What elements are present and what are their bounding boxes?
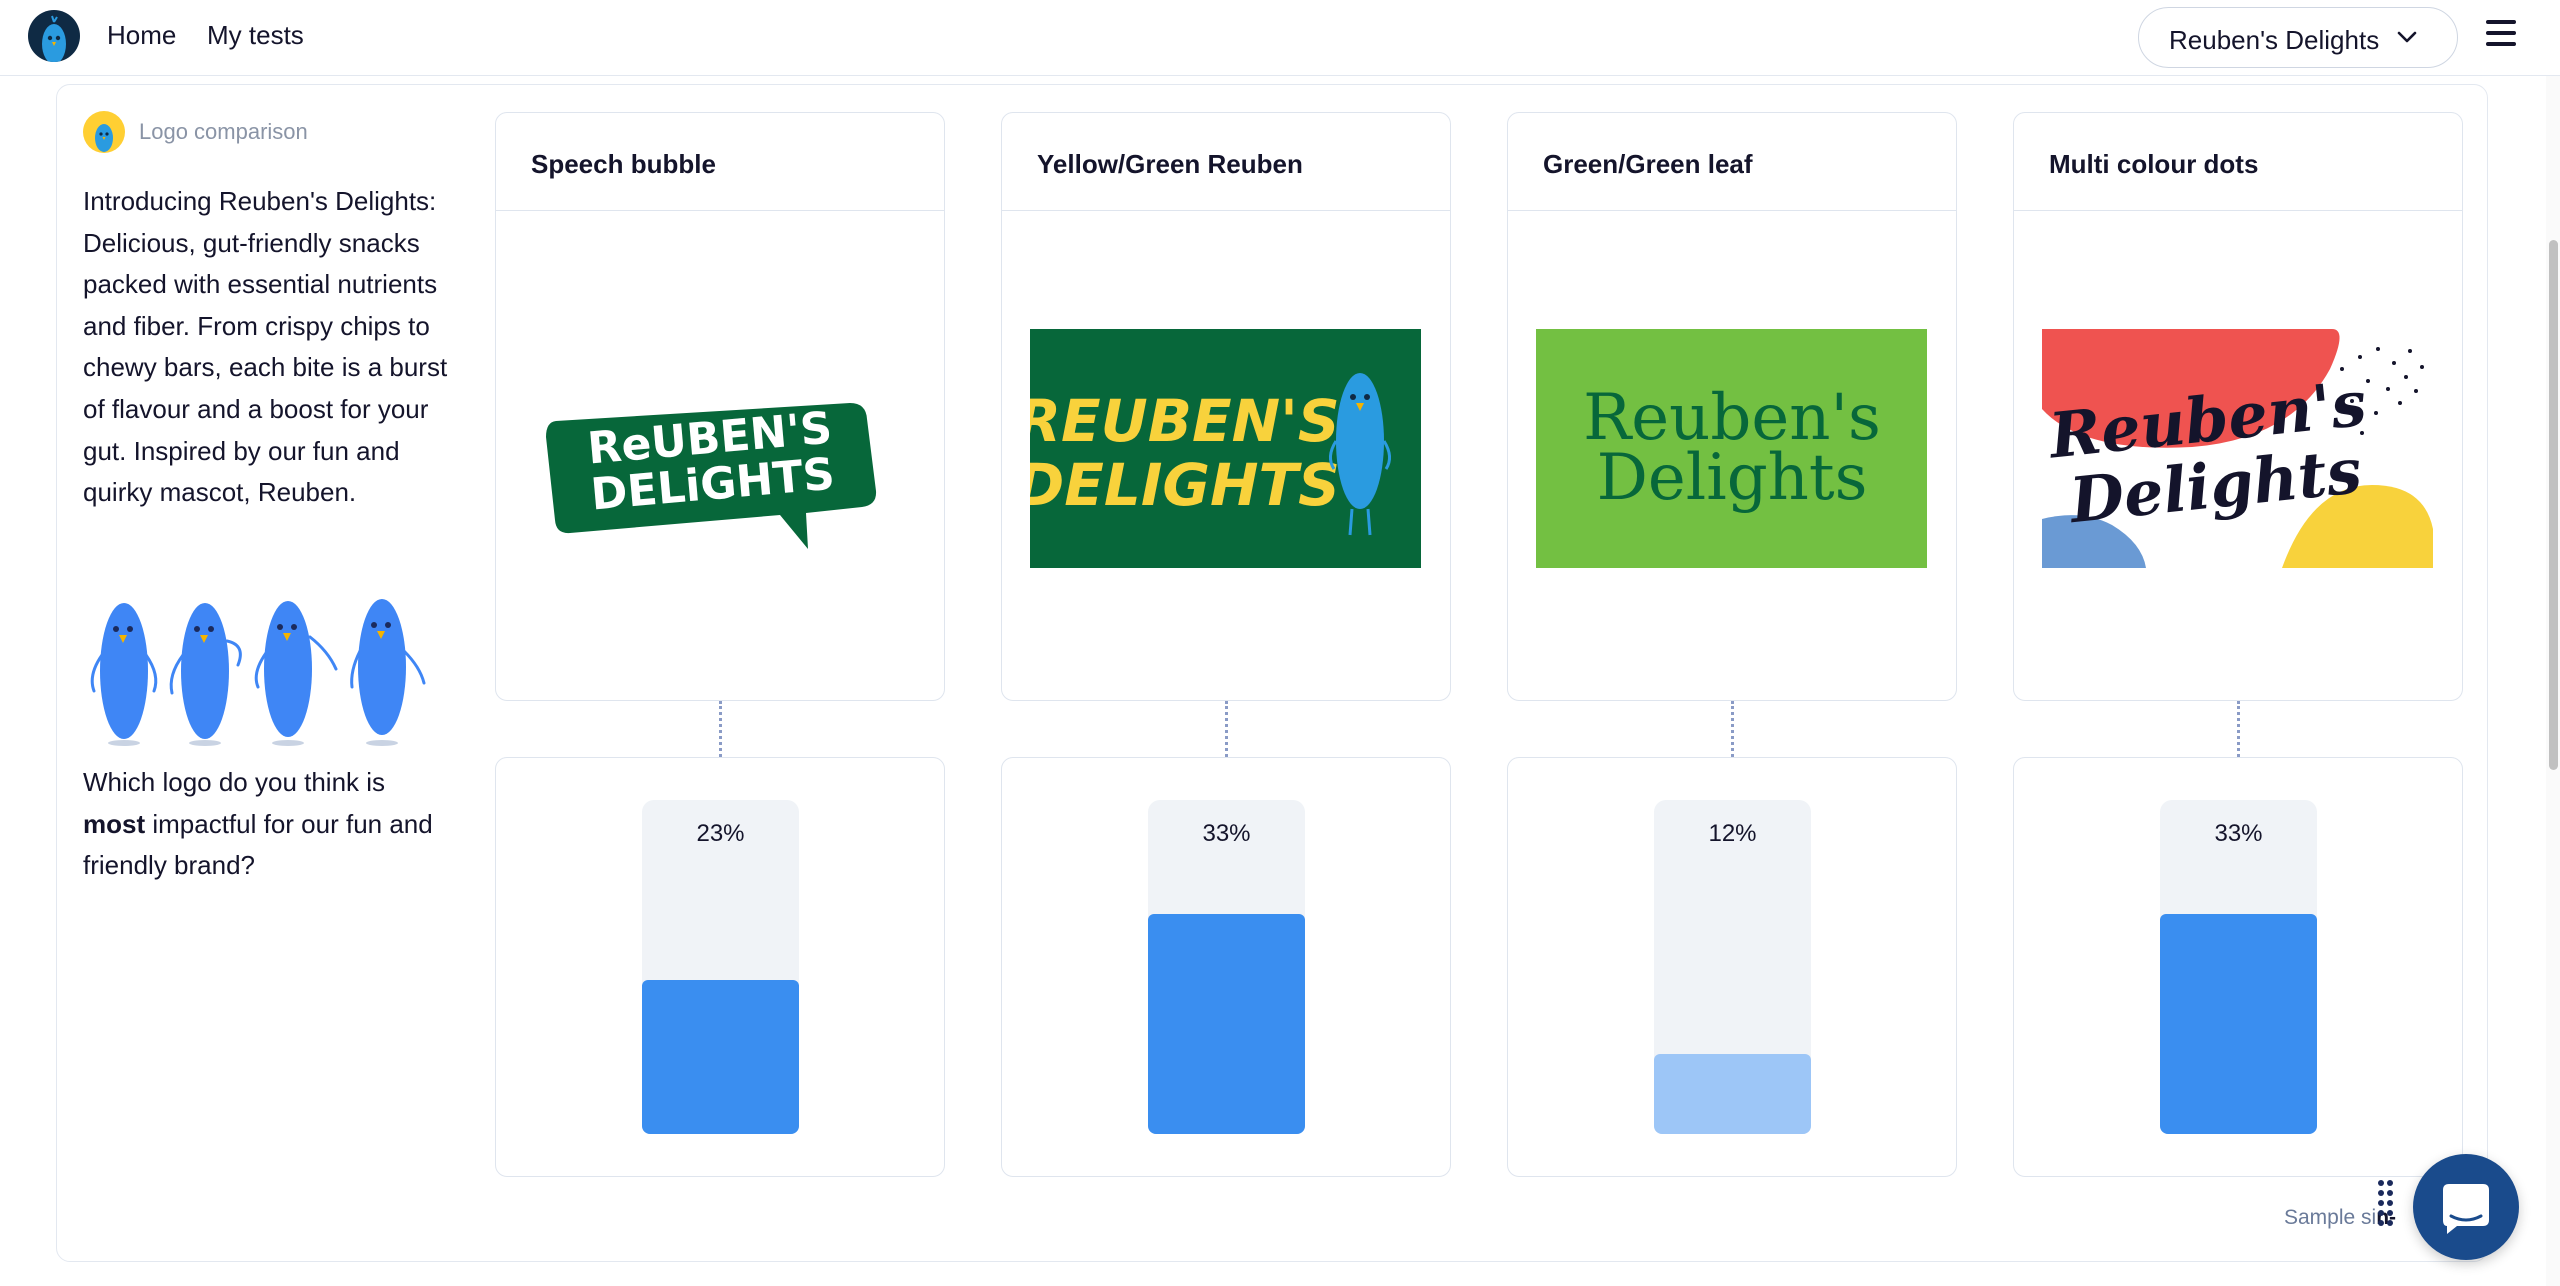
scrollbar-thumb[interactable]	[2549, 240, 2558, 770]
question-type-label: Logo comparison	[139, 119, 308, 144]
result-percent-label: 23%	[696, 820, 745, 847]
nav-home-link[interactable]: Home	[107, 20, 176, 51]
result-bar-track: 12%	[1654, 800, 1811, 1134]
bird-mascot-icon	[83, 111, 125, 153]
question-intro-text: Introducing Reuben's Delights: Delicious…	[83, 186, 448, 508]
logo-text-line-1: REUBEN'S	[1030, 387, 1340, 455]
nav-my-tests-link[interactable]: My tests	[207, 20, 304, 51]
result-bar-fill	[1148, 913, 1305, 1134]
result-card-speech-bubble: 23%	[495, 757, 945, 1177]
result-percent-label: 33%	[1202, 820, 1251, 847]
sample-size-prefix: Sample si	[2284, 1206, 2377, 1229]
hamburger-menu-icon[interactable]	[2484, 20, 2518, 54]
option-connector	[1225, 701, 1228, 757]
divider	[1002, 210, 1450, 211]
option-connector	[1731, 701, 1734, 757]
mascot-illustration	[88, 575, 432, 747]
result-bar-fill	[2160, 913, 2317, 1134]
option-title: Yellow/Green Reuben	[1037, 149, 1303, 179]
project-select-value: Reuben's Delights	[2169, 25, 2380, 55]
logo-speech-bubble: ReUBEN'S DELiGHTS	[524, 329, 915, 568]
logo-text-line-2: Delights	[1597, 441, 1868, 515]
logo-green-green-leaf: Reuben's Delights	[1536, 329, 1927, 568]
logo-yellow-green-reuben: REUBEN'S DELIGHTS	[1016, 329, 1421, 568]
option-card-green-green-leaf[interactable]: Green/Green leaf Reuben's Delights	[1507, 112, 1957, 701]
question-prompt: Which logo do you think is most impactfu…	[83, 762, 453, 887]
result-card-yellow-green-reuben: 33%	[1001, 757, 1451, 1177]
option-card-yellow-green-reuben[interactable]: Yellow/Green Reuben REUBEN'S DELIGHTS	[1001, 112, 1451, 701]
option-card-multi-colour-dots[interactable]: Multi colour dots Reuben's Delights	[2013, 112, 2463, 701]
logo-multi-colour-dots: Reuben's Delights	[2042, 329, 2433, 568]
divider	[2014, 210, 2462, 211]
result-percent-label: 33%	[2214, 820, 2263, 847]
drag-handle-icon[interactable]	[2377, 1178, 2397, 1234]
option-title: Speech bubble	[531, 149, 716, 179]
result-card-green-green-leaf: 12%	[1507, 757, 1957, 1177]
divider	[496, 210, 944, 211]
question-prompt-start: Which logo do you think is	[83, 767, 386, 797]
option-connector	[719, 701, 722, 757]
option-connector	[2237, 701, 2240, 757]
result-bar-fill	[1654, 1053, 1811, 1134]
result-bar-track: 23%	[642, 800, 799, 1134]
option-title: Green/Green leaf	[1543, 149, 1753, 179]
brand-logo-icon[interactable]	[28, 10, 80, 62]
question-prompt-emphasis: most	[83, 808, 146, 839]
project-select[interactable]: Reuben's Delights	[2138, 7, 2458, 68]
result-bar-track: 33%	[2160, 800, 2317, 1134]
option-card-speech-bubble[interactable]: Speech bubble ReUBEN'S DELiGHTS	[495, 112, 945, 701]
chat-bubble-icon[interactable]	[2413, 1154, 2519, 1260]
top-navigation: Home My tests Reuben's Delights	[0, 0, 2560, 76]
page-scrollbar[interactable]	[2546, 76, 2560, 1286]
logo-text-line-2: DELIGHTS	[1030, 451, 1340, 519]
result-bar-track: 33%	[1148, 800, 1305, 1134]
option-title: Multi colour dots	[2049, 149, 2259, 179]
divider	[1508, 210, 1956, 211]
chevron-down-icon	[2397, 30, 2417, 49]
result-percent-label: 12%	[1708, 820, 1757, 847]
result-bar-fill	[642, 980, 799, 1134]
result-card-multi-colour-dots: 33%	[2013, 757, 2463, 1177]
